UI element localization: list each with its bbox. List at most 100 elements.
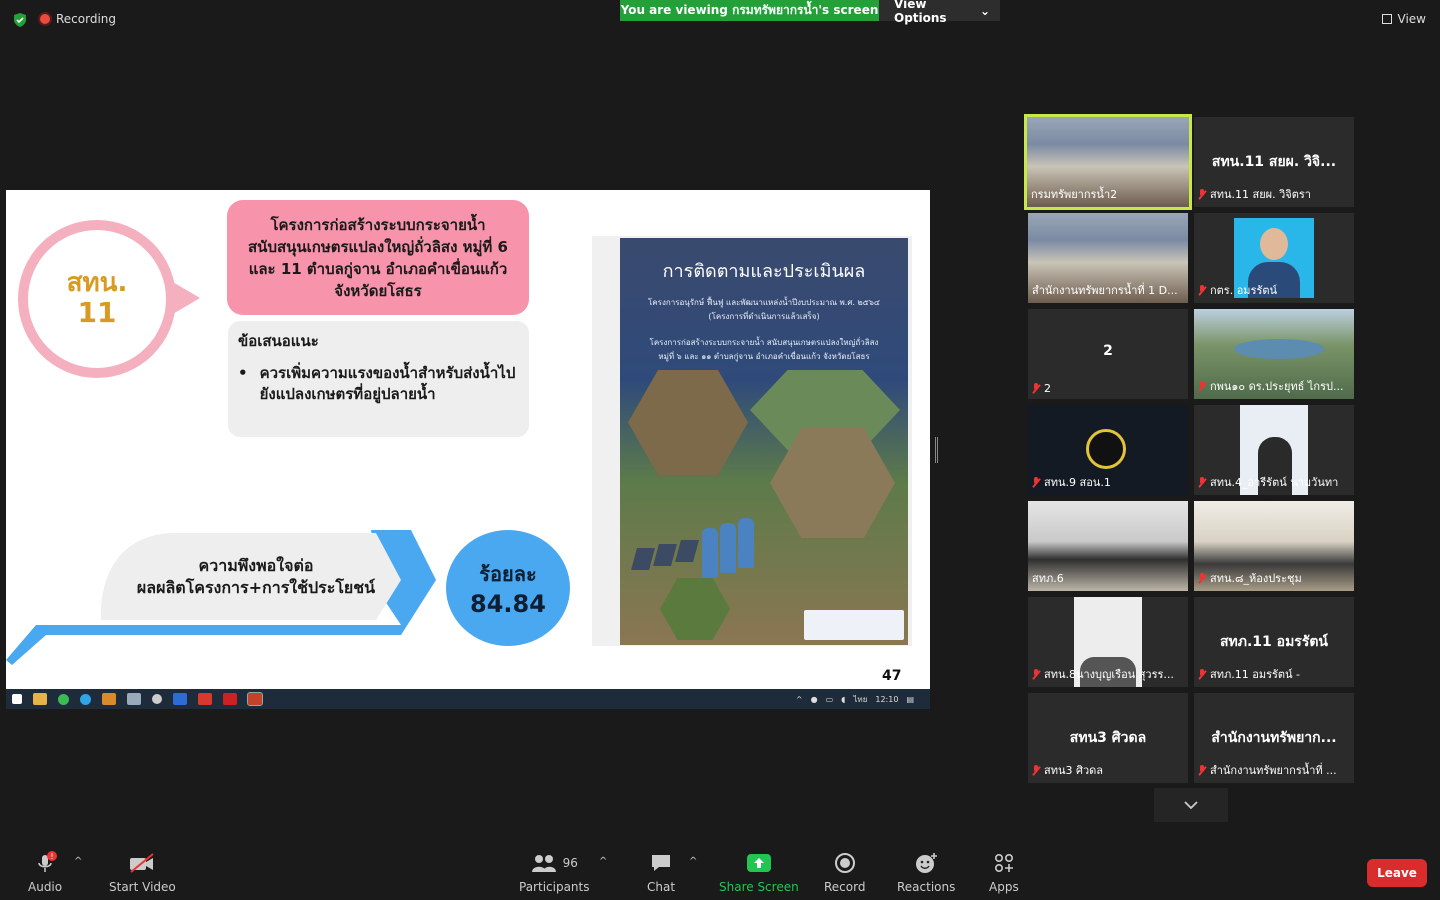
recording-indicator[interactable]: Recording <box>40 12 116 26</box>
tray-time: 12:10 <box>875 694 899 704</box>
apps-button[interactable]: Apps <box>989 852 1019 894</box>
chat-button[interactable]: Chat <box>647 852 675 894</box>
chevron-down-icon: ⌄ <box>979 3 990 18</box>
security-shield-icon[interactable] <box>12 12 28 28</box>
cover-subtitle-1: โครงการอนุรักษ์ ฟื้นฟู และพัฒนาแหล่งน้ำป… <box>626 296 902 324</box>
video-tile[interactable]: สทภ.11 อมรรัตน์ สทภ.11 อมรรัตน์ - <box>1194 597 1354 687</box>
participant-name-large: สำนักงานทรัพยาก... <box>1211 730 1337 746</box>
percent-label: ร้อยละ <box>479 562 537 586</box>
participant-name: สทน.11 สยผ. วิจิตรา <box>1198 185 1311 203</box>
solar-panel-icon <box>675 540 699 562</box>
video-tile[interactable]: สทภ.6 <box>1028 501 1188 591</box>
video-tile[interactable]: สทน.9 สอน.1 <box>1028 405 1188 495</box>
chat-label: Chat <box>647 880 676 894</box>
panel-resize-handle[interactable] <box>935 437 938 463</box>
video-tile[interactable]: สำนักงานทรัพยาก... สำนักงานทรัพยากรน้ำที… <box>1194 693 1354 783</box>
video-off-icon <box>128 852 156 874</box>
view-label: View <box>1397 12 1426 26</box>
mic-muted-icon <box>1198 380 1206 392</box>
satisfaction-text: ความพึงพอใจต่อ ผลผลิตโครงการ+การใช้ประโย… <box>96 555 416 599</box>
cover-subtitle-1b: (โครงการที่ดำเนินการแล้วเสร็จ) <box>708 312 820 321</box>
mic-muted-icon <box>1198 476 1206 488</box>
mic-muted-icon <box>1198 764 1206 776</box>
participant-name: สทน.8นางบุญเรือน สุวรร... <box>1032 665 1174 683</box>
percent-badge: ร้อยละ 84.84 <box>446 530 570 646</box>
audio-options-caret-icon[interactable]: ^ <box>74 856 82 867</box>
windows-start-icon <box>12 694 22 704</box>
video-tile[interactable]: สทน.๘_ห้องประชุม <box>1194 501 1354 591</box>
mic-muted-icon <box>1032 476 1040 488</box>
percent-value: 84.84 <box>470 590 546 618</box>
participant-name: สทภ.11 อมรรัตน์ - <box>1198 665 1300 683</box>
shared-taskbar: ^ ● ▭ ◖ ไทย 12:10 ▤ <box>6 689 930 709</box>
report-cover-image: การติดตามและประเมินผล โครงการอนุรักษ์ ฟื… <box>620 238 908 645</box>
participants-button[interactable]: 96 Participants <box>519 852 590 894</box>
chevron-down-icon <box>1184 801 1198 809</box>
participant-name: สทน3 ศิวดล <box>1032 761 1103 779</box>
chrome-icon <box>58 693 69 705</box>
share-screen-label: Share Screen <box>719 880 799 894</box>
video-tile[interactable]: สทน.4_อารีรัตน์ นามวันทา <box>1194 405 1354 495</box>
tray-mic-icon: ● <box>810 694 818 704</box>
participant-name-large: สทน3 ศิวดล <box>1069 730 1147 746</box>
participants-options-caret-icon[interactable]: ^ <box>599 856 607 867</box>
bullet-icon: • <box>238 364 248 382</box>
participant-name: สทน.9 สอน.1 <box>1032 473 1111 491</box>
view-options-label: View Options <box>894 0 947 25</box>
app-icon <box>102 693 116 705</box>
cover-subtitle-1a: โครงการอนุรักษ์ ฟื้นฟู และพัฒนาแหล่งน้ำป… <box>648 298 880 307</box>
office-badge-line2: 11 <box>77 295 117 329</box>
participant-name-large: สทภ.11 อมรรัตน์ <box>1219 634 1328 650</box>
office-badge-line1: สทน. <box>66 268 128 299</box>
layout-grid-icon <box>1381 14 1392 24</box>
system-tray: ^ ● ▭ ◖ ไทย 12:10 ▤ <box>796 689 914 709</box>
start-video-button[interactable]: Start Video <box>109 852 176 894</box>
reactions-button[interactable]: Reactions <box>897 852 955 894</box>
mic-muted-icon <box>1198 188 1206 200</box>
edge-icon <box>80 693 91 705</box>
participant-name: กรมทรัพยากรน้ำ2 <box>1031 188 1118 201</box>
cover-subtitle-2b: หมู่ที่ ๖ และ ๑๑ ตำบลกู่จาน อำเภอคำเขื่อ… <box>658 352 870 361</box>
view-options-button[interactable]: View Options ⌄ <box>879 0 1000 25</box>
start-video-label: Start Video <box>109 880 176 894</box>
recommendation-text: ควรเพิ่มความแรงของน้ำสำหรับส่งน้ำไปยังแป… <box>259 364 516 403</box>
participant-name: สทภ.6 <box>1032 572 1064 585</box>
chat-options-caret-icon[interactable]: ^ <box>689 856 697 867</box>
app-icon <box>152 694 162 704</box>
record-button[interactable]: Record <box>824 852 865 894</box>
video-tile[interactable]: 2 2 <box>1028 309 1188 399</box>
video-tile[interactable]: สทน.11 สยผ. วิจิ... สทน.11 สยผ. วิจิตรา <box>1194 117 1354 207</box>
video-tile[interactable]: กพน๑๐ ดร.ประยุทธ์ ไกรป... <box>1194 309 1354 399</box>
participant-name-large: สทน.11 สยผ. วิจิ... <box>1211 154 1337 170</box>
recommendation-title: ข้อเสนอแนะ <box>238 332 319 350</box>
video-tile[interactable]: กรมทรัพยากรน้ำ2 <box>1024 114 1192 210</box>
record-icon <box>834 852 856 874</box>
participants-label: Participants <box>519 880 590 894</box>
audio-button[interactable]: ! Audio <box>28 851 63 894</box>
view-button[interactable]: View <box>1381 12 1426 26</box>
share-screen-icon <box>746 852 772 874</box>
share-screen-button[interactable]: Share Screen <box>719 852 799 894</box>
mic-muted-icon <box>1198 572 1206 584</box>
solar-panel-icon <box>631 548 655 570</box>
video-tile[interactable]: สทน.8นางบุญเรือน สุวรร... <box>1028 597 1188 687</box>
app-icon <box>173 693 187 705</box>
viewing-banner: You are viewing กรมทรัพยากรน้ำ's screen <box>620 0 879 21</box>
participant-name: สทน.๘_ห้องประชุม <box>1198 569 1302 587</box>
video-tile[interactable]: กตร. อมรรัตน์ <box>1194 213 1354 303</box>
video-tile[interactable]: สทน3 ศิวดล สทน3 ศิวดล <box>1028 693 1188 783</box>
participant-name-large: 2 <box>1103 343 1113 359</box>
leave-button[interactable]: Leave <box>1367 859 1427 887</box>
shared-screen[interactable]: สทน. 11 โครงการก่อสร้างระบบกระจายน้ำ สนั… <box>6 190 930 689</box>
participant-name: สทน.4_อารีรัตน์ นามวันทา <box>1198 473 1338 491</box>
file-explorer-icon <box>33 693 47 705</box>
smiley-icon <box>914 852 938 874</box>
department-logo-strip <box>804 610 904 640</box>
video-tile[interactable]: สำนักงานทรัพยากรน้ำที่ 1 D... <box>1028 213 1188 303</box>
audio-label: Audio <box>28 880 63 894</box>
water-tank-icon <box>702 528 718 578</box>
gallery-next-page-button[interactable] <box>1154 788 1228 822</box>
mic-muted-icon <box>1032 383 1040 394</box>
record-label: Record <box>824 880 866 894</box>
recommendation-box: ข้อเสนอแนะ • ควรเพิ่มความแรงของน้ำสำหรับ… <box>228 321 529 437</box>
